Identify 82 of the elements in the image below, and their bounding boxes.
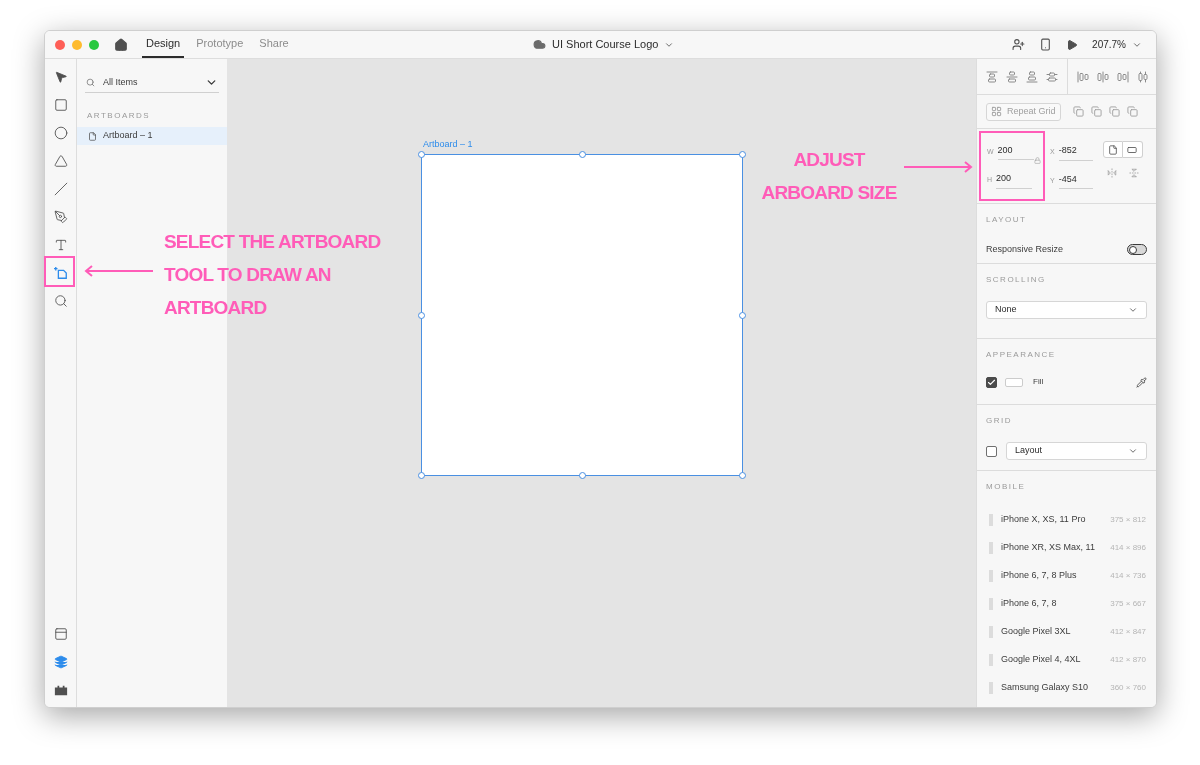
line-icon[interactable] — [53, 182, 68, 196]
resize-handle[interactable] — [418, 151, 425, 158]
rectangle-icon[interactable] — [53, 98, 68, 112]
cloud-icon — [533, 38, 546, 51]
arrow-right — [903, 161, 973, 173]
layers-icon[interactable] — [53, 655, 68, 669]
document-title[interactable]: UI Short Course Logo — [552, 36, 659, 53]
resize-handle[interactable] — [418, 312, 425, 319]
text-icon[interactable] — [53, 238, 68, 252]
landscape-button[interactable] — [1122, 141, 1143, 158]
panel-icon[interactable] — [53, 627, 68, 641]
input-field[interactable]: 200 — [996, 172, 1033, 189]
highlight-frame — [44, 256, 75, 287]
boolean-icon[interactable] — [1090, 106, 1102, 117]
close-button[interactable] — [55, 39, 65, 50]
zoom-level[interactable]: 207.7% — [1092, 37, 1126, 52]
flip-vertical-icon[interactable] — [1128, 168, 1139, 178]
section-title: ARTBOARDS — [87, 110, 152, 122]
artboard-label: Artboard – 1 — [423, 138, 474, 151]
zoom-icon[interactable] — [53, 294, 68, 308]
distribute-icon[interactable] — [1046, 70, 1058, 83]
option-label: Fill — [1033, 376, 1044, 388]
checkbox[interactable] — [986, 376, 997, 388]
section-title: MOBILE — [986, 481, 1027, 493]
landscape-icon — [1127, 144, 1138, 155]
filter-dropdown[interactable]: All Items — [85, 73, 219, 93]
portrait-icon — [1107, 144, 1118, 155]
resize-handle[interactable] — [739, 312, 746, 319]
artboard-icon[interactable] — [53, 266, 68, 280]
flip-horizontal-icon[interactable] — [1106, 168, 1117, 178]
grid-dropdown[interactable]: Layout — [1006, 442, 1147, 460]
device-preset[interactable]: Google Pixel 4, 4XL 412 × 870 — [986, 646, 1147, 674]
minimize-button[interactable] — [72, 39, 82, 50]
annotation-text: SELECT THE ARTBOARD TOOL TO DRAW AN ARTBOARD — [164, 230, 382, 320]
ellipse-icon[interactable] — [53, 126, 68, 140]
lock-icon[interactable] — [1034, 157, 1041, 164]
grid-icon — [991, 106, 1002, 117]
distribute-icon[interactable] — [1137, 70, 1149, 83]
section-title: APPEARANCE — [986, 349, 1057, 361]
page-icon — [88, 131, 97, 141]
align-bottom-icon[interactable] — [1026, 70, 1038, 83]
chevron-icon — [1128, 446, 1138, 456]
align-right-icon[interactable] — [1117, 70, 1129, 83]
home-icon[interactable] — [114, 37, 128, 52]
pen-icon[interactable] — [53, 210, 68, 224]
section-title: LAYOUT — [986, 214, 1028, 226]
annotation-text: ADJUST ARBOARD SIZE — [760, 148, 898, 205]
scrolling-dropdown[interactable]: None — [986, 301, 1147, 319]
input-field[interactable]: -454 — [1058, 172, 1093, 189]
align-left-icon[interactable] — [1077, 70, 1089, 83]
pointer-icon[interactable] — [53, 70, 68, 84]
resize-handle[interactable] — [418, 472, 425, 479]
chevron-icon — [1128, 305, 1138, 315]
align-top-icon[interactable] — [986, 70, 998, 83]
section-title: SCROLLING — [986, 274, 1047, 286]
fill-swatch[interactable] — [1005, 377, 1023, 387]
input-field[interactable]: 200 — [997, 143, 1034, 160]
portrait-button[interactable] — [1102, 141, 1123, 158]
maximize-button[interactable] — [89, 39, 99, 50]
resize-handle[interactable] — [579, 151, 586, 158]
play-icon[interactable] — [1066, 38, 1079, 51]
user-add-icon[interactable] — [1012, 38, 1026, 51]
resize-handle[interactable] — [739, 151, 746, 158]
phone-icon[interactable] — [1039, 38, 1053, 51]
search-icon — [86, 78, 95, 87]
arrow-left — [84, 265, 154, 277]
eyedropper-icon[interactable] — [1136, 376, 1147, 388]
artboard-layer[interactable]: Artboard – 1 — [77, 127, 227, 145]
boolean-icon[interactable] — [1126, 106, 1138, 117]
section-title: GRID — [986, 415, 1013, 427]
resize-handle[interactable] — [579, 472, 586, 479]
input-field[interactable]: -852 — [1058, 144, 1093, 161]
checkbox[interactable] — [986, 445, 997, 457]
blocks-icon[interactable] — [53, 683, 68, 697]
triangle-icon[interactable] — [53, 154, 68, 168]
toggle-switch[interactable] — [1127, 244, 1147, 256]
align-center-icon[interactable] — [1097, 70, 1109, 83]
resize-handle[interactable] — [739, 472, 746, 479]
option-label: Responsive Resize — [986, 243, 1064, 256]
align-middle-icon[interactable] — [1006, 70, 1018, 83]
boolean-icon[interactable] — [1072, 106, 1084, 117]
boolean-icon[interactable] — [1108, 106, 1120, 117]
